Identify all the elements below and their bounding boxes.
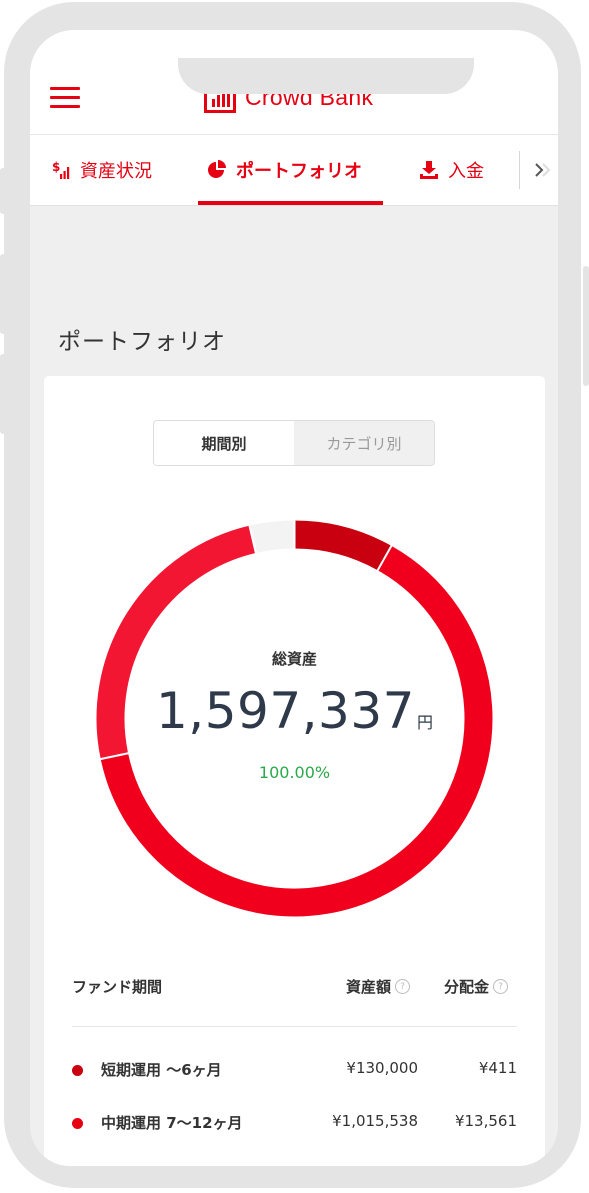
toggle-by-category[interactable]: カテゴリ別: [294, 421, 434, 465]
app-screen: Crowd Bank $ 資産状況 ポートフォリオ 入金 ポートフォリオ 期間別…: [30, 30, 558, 1166]
view-toggle: 期間別 カテゴリ別: [153, 420, 435, 466]
tab-assets-label: 資産状況: [80, 161, 152, 182]
total-assets-unit: 円: [416, 713, 433, 732]
total-assets-amount: 1,597,337: [156, 682, 415, 740]
column-header-fund-period: ファンド期間: [72, 976, 162, 997]
column-header-fund-period-label: ファンド期間: [72, 978, 163, 996]
tab-more-button[interactable]: [530, 135, 558, 205]
help-icon[interactable]: ?: [493, 979, 509, 994]
phone-side-button: [0, 168, 6, 214]
series-color-dot: [72, 1065, 83, 1076]
tab-active-indicator: [198, 201, 383, 205]
total-assets-label: 総資産: [271, 650, 317, 668]
table-divider: [72, 1026, 517, 1027]
phone-volume-down-button: [0, 354, 6, 434]
tab-divider: [519, 151, 520, 189]
page-title: ポートフォリオ: [58, 329, 226, 355]
row-asset-amount: ¥130,000: [346, 1059, 418, 1077]
total-assets-percent: 100.00%: [258, 763, 331, 782]
phone-power-button: [583, 266, 589, 386]
total-assets-value: 1,597,337 円: [44, 682, 545, 740]
tab-portfolio[interactable]: ポートフォリオ: [206, 135, 362, 205]
row-fund-name: 短期運用 〜6ヶ月: [101, 1061, 222, 1079]
series-color-dot: [72, 1118, 83, 1129]
row-distribution: ¥411: [478, 1059, 517, 1077]
column-header-distribution: 分配金 ?: [444, 976, 509, 997]
tab-deposit[interactable]: 入金: [418, 135, 484, 205]
phone-notch: [178, 58, 474, 94]
table-row: 中期運用 7〜12ヶ月 ¥1,015,538 ¥13,561: [44, 1112, 545, 1136]
column-header-asset-amount: 資産額 ?: [346, 976, 411, 997]
help-icon[interactable]: ?: [395, 979, 411, 994]
row-asset-amount: ¥1,015,538: [332, 1112, 418, 1130]
chevron-right-icon: [535, 163, 551, 177]
svg-text:$: $: [52, 160, 60, 174]
tab-assets[interactable]: $ 資産状況: [52, 135, 152, 205]
tab-portfolio-label: ポートフォリオ: [236, 161, 362, 182]
column-header-asset-amount-label: 資産額: [346, 978, 392, 996]
dollar-chart-icon: $: [52, 160, 72, 180]
phone-volume-up-button: [0, 254, 6, 334]
hamburger-menu-icon[interactable]: [50, 87, 80, 109]
donut-segment-1: [294, 520, 392, 571]
table-row: 短期運用 〜6ヶ月 ¥130,000 ¥411: [44, 1059, 545, 1083]
pie-chart-icon: [206, 159, 228, 181]
row-fund-name: 中期運用 7〜12ヶ月: [101, 1114, 243, 1132]
tab-bar: $ 資産状況 ポートフォリオ 入金: [30, 135, 558, 206]
portfolio-card: 期間別 カテゴリ別 総資産 1,597,337 円 100.00% ファンド期間 …: [44, 376, 545, 1166]
donut-segment-4: [249, 520, 295, 554]
download-icon: [418, 159, 440, 181]
column-header-distribution-label: 分配金: [444, 978, 490, 996]
toggle-by-period[interactable]: 期間別: [154, 421, 294, 465]
row-distribution: ¥13,561: [454, 1112, 517, 1130]
tab-deposit-label: 入金: [448, 161, 484, 182]
